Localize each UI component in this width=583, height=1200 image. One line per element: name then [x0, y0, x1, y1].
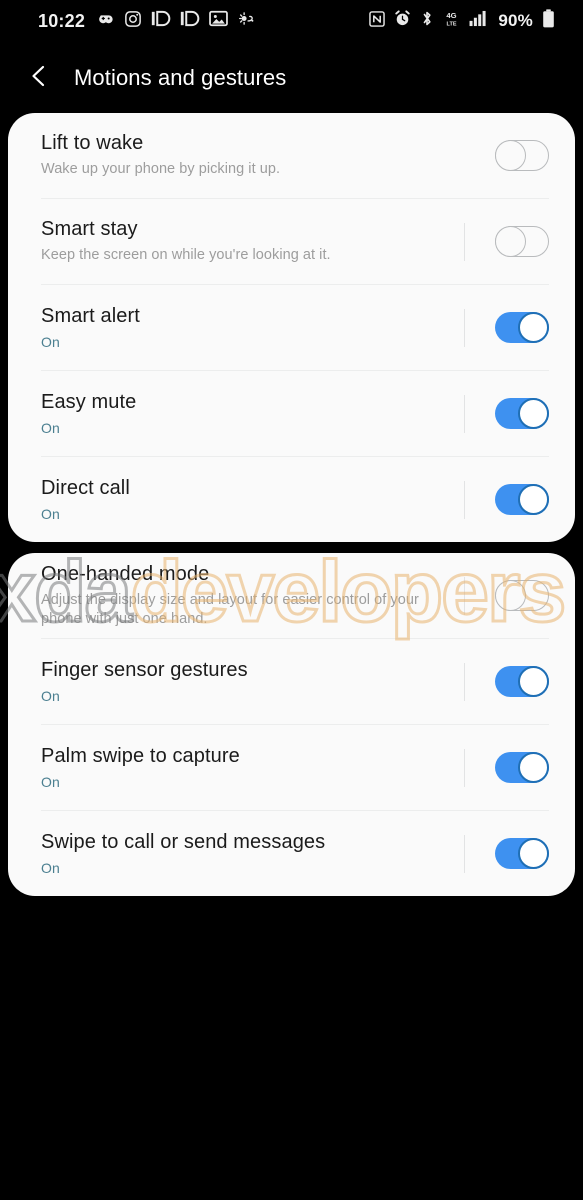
settings-row[interactable]: Swipe to call or send messages On: [8, 811, 575, 896]
battery-percent-label: 90%: [498, 11, 533, 30]
settings-row[interactable]: Direct call On: [8, 457, 575, 542]
back-chevron-icon: [28, 64, 50, 93]
row-vertical-divider: [464, 834, 465, 873]
settings-row-title: Swipe to call or send messages: [41, 830, 326, 853]
toggle-knob: [518, 666, 549, 697]
settings-card-1: Lift to wake Wake up your phone by pickin…: [8, 113, 575, 542]
svg-text:LTE: LTE: [447, 21, 457, 27]
gallery-image-icon: [209, 10, 228, 32]
toggle-knob: [518, 838, 549, 869]
toggle-knob: [518, 484, 549, 515]
settings-row-state: On: [41, 505, 60, 522]
signal-bars-icon: [469, 10, 488, 32]
settings-row-state: On: [41, 419, 60, 436]
settings-row-state: On: [41, 333, 60, 350]
settings-row[interactable]: One-handed mode Adjust the display size a…: [8, 553, 575, 638]
settings-row-description: Wake up your phone by picking it up.: [41, 161, 281, 178]
row-vertical-divider: [464, 576, 465, 615]
page-header: Motions and gestures: [0, 48, 583, 108]
row-vertical-divider: [464, 748, 465, 787]
settings-row[interactable]: Easy mute On: [8, 371, 575, 456]
status-bar-left-group: 10:22: [38, 9, 256, 33]
row-vertical-divider: [464, 394, 465, 433]
settings-row-text: One-handed mode Adjust the display size a…: [41, 562, 464, 629]
settings-row[interactable]: Smart stay Keep the screen on while you'r…: [8, 199, 575, 284]
toggle-knob: [495, 140, 526, 171]
settings-row-title: Finger sensor gestures: [41, 658, 248, 681]
settings-row-title: Lift to wake: [41, 132, 144, 155]
settings-row-title: Smart stay: [41, 218, 138, 241]
row-vertical-divider: [464, 662, 465, 701]
toggle-switch[interactable]: [495, 838, 549, 869]
settings-row-text: Direct call On: [41, 476, 464, 523]
settings-row-state: On: [41, 859, 60, 876]
settings-row[interactable]: Finger sensor gestures On: [8, 639, 575, 724]
toggle-knob: [518, 752, 549, 783]
toggle-switch[interactable]: [495, 580, 549, 611]
row-vertical-divider: [464, 480, 465, 519]
settings-row-title: Direct call: [41, 476, 130, 499]
settings-row-state: On: [41, 687, 60, 704]
toggle-knob: [495, 580, 526, 611]
settings-row-text: Swipe to call or send messages On: [41, 830, 464, 877]
phone-screen: 10:22 4G LTE 90% Motions and gestures Li…: [0, 0, 583, 1200]
back-button[interactable]: [16, 55, 62, 101]
status-bar-clock: 10:22: [38, 10, 86, 31]
notification-badge-icon-1: [151, 10, 171, 32]
page-title: Motions and gestures: [74, 65, 287, 90]
settings-row-title: Easy mute: [41, 390, 137, 413]
row-vertical-divider: [464, 222, 465, 261]
svg-text:4G: 4G: [447, 11, 457, 20]
settings-row[interactable]: Smart alert On: [8, 285, 575, 370]
settings-row-title: Palm swipe to capture: [41, 744, 240, 767]
settings-row-title: Smart alert: [41, 304, 140, 327]
status-bar-right-group: 4G LTE 90%: [369, 9, 555, 33]
settings-row-text: Smart alert On: [41, 304, 464, 351]
settings-row-state: On: [41, 773, 60, 790]
settings-row-text: Easy mute On: [41, 390, 464, 437]
game-controller-icon: [96, 9, 115, 33]
toggle-switch[interactable]: [495, 226, 549, 257]
weather-sun-icon: [237, 10, 256, 32]
network-4g-lte-icon: 4G LTE: [443, 10, 460, 32]
toggle-switch[interactable]: [495, 666, 549, 697]
settings-row-title: One-handed mode: [41, 562, 210, 585]
alarm-clock-icon: [394, 10, 411, 32]
settings-row-text: Smart stay Keep the screen on while you'r…: [41, 217, 464, 265]
row-vertical-divider: [464, 308, 465, 347]
nfc-icon: [369, 10, 386, 32]
settings-row-text: Palm swipe to capture On: [41, 744, 464, 791]
status-bar: 10:22 4G LTE 90%: [0, 0, 583, 42]
notification-badge-icon-2: [180, 10, 200, 32]
settings-row[interactable]: Palm swipe to capture On: [8, 725, 575, 810]
settings-row-text: Finger sensor gestures On: [41, 658, 464, 705]
settings-row-description: Adjust the display size and layout for e…: [41, 591, 419, 627]
settings-row-text: Lift to wake Wake up your phone by pickin…: [41, 131, 464, 179]
battery-icon: [542, 9, 555, 33]
toggle-knob: [518, 398, 549, 429]
settings-row-description: Keep the screen on while you're looking …: [41, 247, 331, 264]
settings-row[interactable]: Lift to wake Wake up your phone by pickin…: [8, 113, 575, 198]
toggle-switch[interactable]: [495, 398, 549, 429]
toggle-switch[interactable]: [495, 312, 549, 343]
toggle-knob: [518, 312, 549, 343]
settings-card-2: One-handed mode Adjust the display size a…: [8, 553, 575, 896]
instagram-icon: [124, 10, 142, 33]
toggle-knob: [495, 226, 526, 257]
bluetooth-icon: [420, 10, 434, 32]
toggle-switch[interactable]: [495, 140, 549, 171]
toggle-switch[interactable]: [495, 484, 549, 515]
toggle-switch[interactable]: [495, 752, 549, 783]
